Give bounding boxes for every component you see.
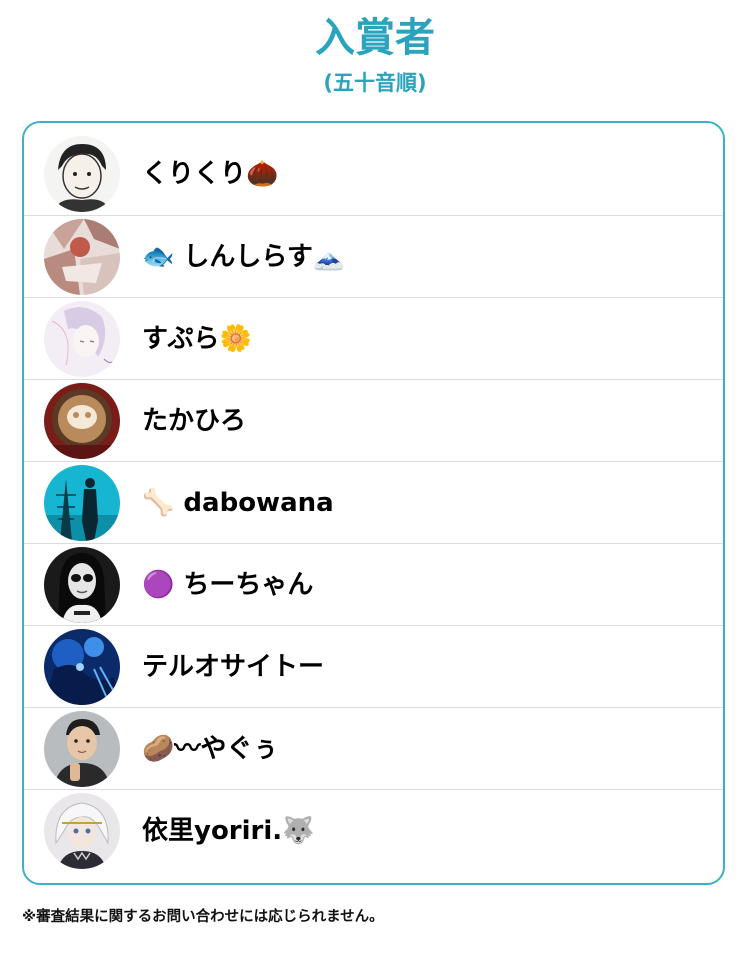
winner-row: 🟣 ちーちゃん xyxy=(24,543,723,625)
page-subtitle: (五十音順) xyxy=(323,71,427,95)
winner-name: 🦴 dabowana xyxy=(142,487,334,518)
winner-row: 依里yoriri.🐺 xyxy=(24,789,723,871)
winner-row: 🦴 dabowana xyxy=(24,461,723,543)
winner-name: 🐟 しんしらす🗻 xyxy=(142,241,346,272)
sketch-portrait-avatar xyxy=(44,136,120,212)
winner-row: 🥔〰やぐぅ xyxy=(24,707,723,789)
collage-photo-avatar xyxy=(44,218,120,295)
winner-name: くりくり🌰 xyxy=(142,159,279,189)
winner-name: テルオサイトー xyxy=(142,651,325,682)
winner-name: たかひろ xyxy=(142,405,247,436)
sunglasses-woman-avatar xyxy=(44,546,120,623)
winner-name: 🥔〰やぐぅ xyxy=(142,733,279,764)
winner-name: 依里yoriri.🐺 xyxy=(142,815,315,846)
man-portrait-avatar xyxy=(44,710,120,787)
winner-row: くりくり🌰 xyxy=(24,133,723,215)
blue-stage-avatar xyxy=(44,628,120,705)
winner-row: たかひろ xyxy=(24,379,723,461)
page-title: 入賞者 xyxy=(315,15,435,61)
winner-row: テルオサイトー xyxy=(24,625,723,707)
winner-list-card: くりくり🌰 🐟 しんしらす🗻 すぷら🌼 たかひろ 🦴 dabowana 🟣 ちー… xyxy=(22,121,725,885)
winner-row: すぷら🌼 xyxy=(24,297,723,379)
winner-name: すぷら🌼 xyxy=(142,323,252,354)
winner-row: 🐟 しんしらす🗻 xyxy=(24,215,723,297)
illustration-girl-avatar xyxy=(44,300,120,377)
anime-character-avatar xyxy=(44,792,120,869)
winner-name: 🟣 ちーちゃん xyxy=(142,569,314,600)
disclaimer-note: ※審査結果に関するお問い合わせには応じられません。 xyxy=(22,909,384,925)
latte-art-avatar xyxy=(44,382,120,459)
silhouette-tower-avatar xyxy=(44,464,120,541)
